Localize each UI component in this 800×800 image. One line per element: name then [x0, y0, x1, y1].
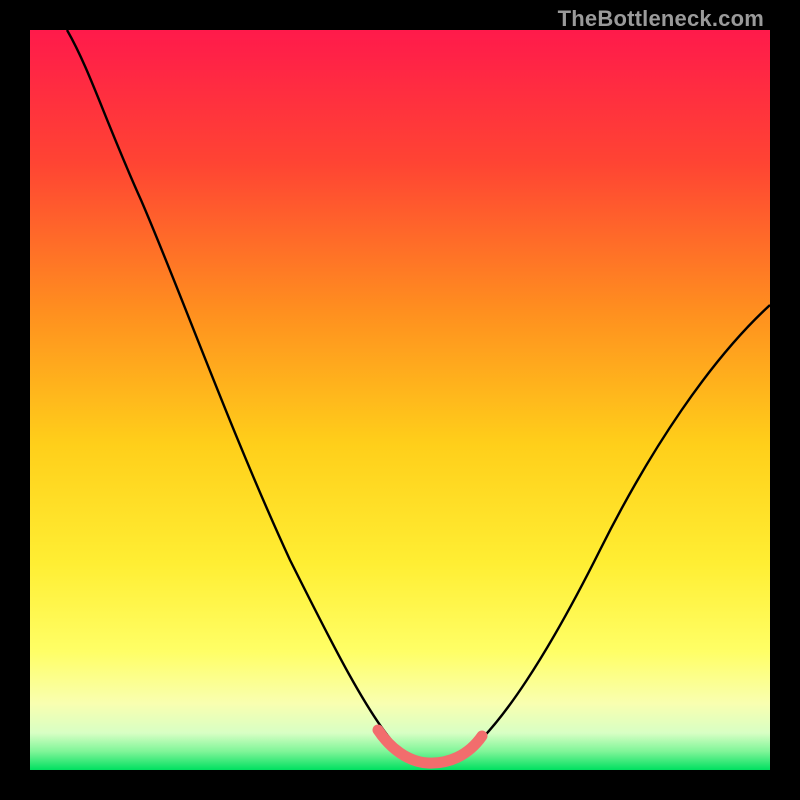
chart-svg: [30, 30, 770, 770]
plot-area: [30, 30, 770, 770]
highlight-segment: [378, 730, 482, 763]
chart-frame: TheBottleneck.com: [0, 0, 800, 800]
bottleneck-curve: [67, 30, 770, 763]
watermark-text: TheBottleneck.com: [558, 6, 764, 32]
